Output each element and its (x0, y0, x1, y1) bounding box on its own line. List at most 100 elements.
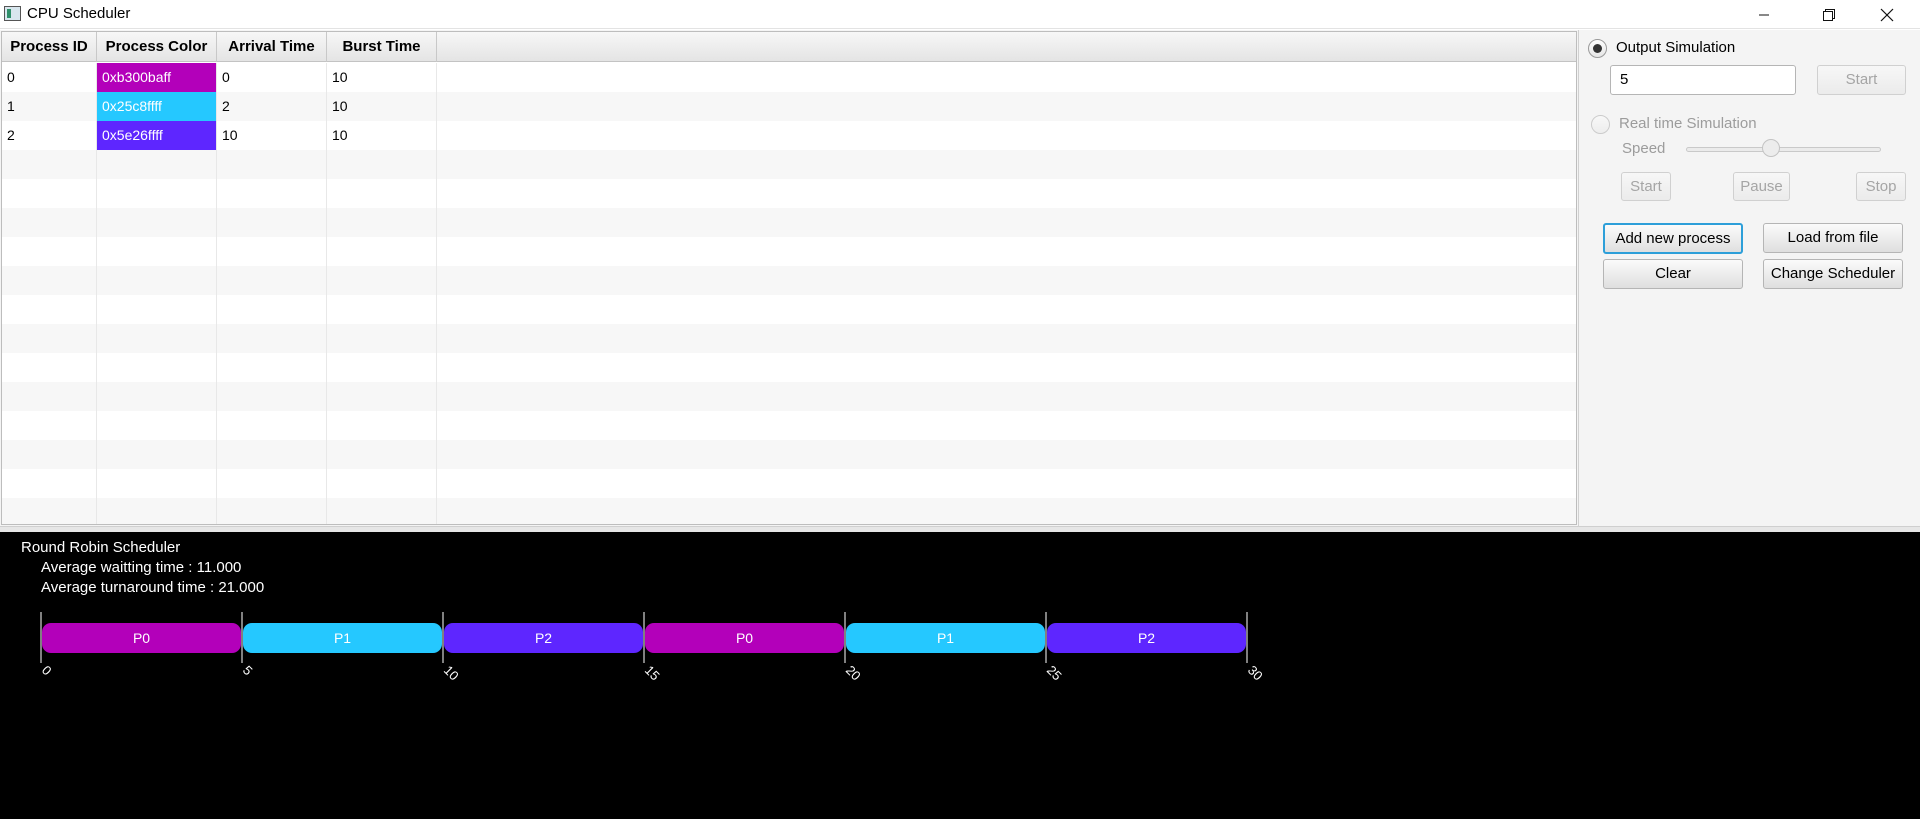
cell-burst-time[interactable] (327, 266, 437, 295)
speed-slider-thumb[interactable] (1762, 139, 1781, 157)
cell-process-color[interactable] (97, 266, 217, 295)
table-row[interactable] (2, 150, 1576, 179)
cell-filler[interactable] (437, 295, 1576, 324)
cell-filler[interactable] (437, 324, 1576, 353)
cell-process-color[interactable] (97, 295, 217, 324)
cell-process-id[interactable] (2, 440, 97, 469)
cell-filler[interactable] (437, 353, 1576, 382)
cell-filler[interactable] (437, 411, 1576, 440)
cell-process-color[interactable] (97, 208, 217, 237)
cell-burst-time[interactable] (327, 411, 437, 440)
cell-arrival-time[interactable]: 2 (217, 92, 327, 121)
table-row[interactable] (2, 208, 1576, 237)
table-row[interactable] (2, 440, 1576, 469)
simulation-quantum-input[interactable]: 5 (1610, 65, 1796, 95)
cell-process-id[interactable] (2, 353, 97, 382)
cell-burst-time[interactable] (327, 440, 437, 469)
cell-process-color[interactable] (97, 411, 217, 440)
cell-burst-time[interactable] (327, 324, 437, 353)
load-from-file-button[interactable]: Load from file (1763, 223, 1903, 253)
table-row[interactable] (2, 266, 1576, 295)
cell-process-id[interactable]: 1 (2, 92, 97, 121)
column-header-arrival-time[interactable]: Arrival Time (217, 32, 327, 62)
cell-arrival-time[interactable] (217, 179, 327, 208)
cell-burst-time[interactable] (327, 208, 437, 237)
cell-process-id[interactable] (2, 237, 97, 266)
cell-filler[interactable] (437, 440, 1576, 469)
cell-process-color[interactable] (97, 440, 217, 469)
cell-process-id[interactable] (2, 266, 97, 295)
cell-filler[interactable] (437, 63, 1576, 92)
column-header-process-color[interactable]: Process Color (97, 32, 217, 62)
table-row[interactable] (2, 411, 1576, 440)
cell-burst-time[interactable] (327, 179, 437, 208)
table-row[interactable] (2, 295, 1576, 324)
cell-process-id[interactable] (2, 411, 97, 440)
cell-arrival-time[interactable] (217, 353, 327, 382)
cell-process-id[interactable] (2, 150, 97, 179)
table-row[interactable] (2, 179, 1576, 208)
cell-filler[interactable] (437, 92, 1576, 121)
cell-process-id[interactable] (2, 382, 97, 411)
cell-arrival-time[interactable] (217, 440, 327, 469)
cell-arrival-time[interactable] (217, 411, 327, 440)
close-button[interactable] (1864, 0, 1910, 29)
cell-process-color[interactable]: 0xb300baff (97, 63, 217, 92)
table-row[interactable] (2, 237, 1576, 266)
cell-arrival-time[interactable] (217, 266, 327, 295)
output-simulation-radio[interactable] (1588, 39, 1607, 58)
realtime-simulation-radio[interactable] (1591, 115, 1610, 134)
cell-arrival-time[interactable]: 10 (217, 121, 327, 150)
table-row[interactable]: 1 0x25c8ffff 2 10 (2, 92, 1576, 121)
minimize-button[interactable] (1741, 0, 1787, 29)
cell-process-color[interactable] (97, 179, 217, 208)
cell-filler[interactable] (437, 266, 1576, 295)
cell-burst-time[interactable]: 10 (327, 63, 437, 92)
cell-arrival-time[interactable] (217, 295, 327, 324)
cell-process-id[interactable] (2, 469, 97, 498)
process-table[interactable]: Process ID Process Color Arrival Time Bu… (1, 31, 1577, 525)
cell-filler[interactable] (437, 237, 1576, 266)
table-row[interactable] (2, 498, 1576, 524)
realtime-pause-button[interactable]: Pause (1733, 172, 1790, 201)
cell-filler[interactable] (437, 121, 1576, 150)
cell-process-color[interactable] (97, 237, 217, 266)
realtime-stop-button[interactable]: Stop (1856, 172, 1906, 201)
cell-process-color[interactable] (97, 353, 217, 382)
table-row[interactable]: 2 0x5e26ffff 10 10 (2, 121, 1576, 150)
cell-process-id[interactable] (2, 295, 97, 324)
cell-process-id[interactable] (2, 179, 97, 208)
cell-process-id[interactable]: 2 (2, 121, 97, 150)
cell-burst-time[interactable] (327, 353, 437, 382)
cell-arrival-time[interactable]: 0 (217, 63, 327, 92)
cell-burst-time[interactable] (327, 237, 437, 266)
table-row[interactable] (2, 324, 1576, 353)
cell-process-color[interactable]: 0x5e26ffff (97, 121, 217, 150)
cell-arrival-time[interactable] (217, 324, 327, 353)
clear-button[interactable]: Clear (1603, 259, 1743, 289)
cell-process-color[interactable] (97, 324, 217, 353)
table-row[interactable] (2, 469, 1576, 498)
cell-arrival-time[interactable] (217, 208, 327, 237)
output-start-button[interactable]: Start (1817, 65, 1906, 95)
table-row[interactable] (2, 353, 1576, 382)
cell-filler[interactable] (437, 150, 1576, 179)
table-row[interactable]: 0 0xb300baff 0 10 (2, 63, 1576, 92)
cell-burst-time[interactable] (327, 150, 437, 179)
cell-burst-time[interactable] (327, 469, 437, 498)
cell-filler[interactable] (437, 382, 1576, 411)
cell-process-color[interactable] (97, 382, 217, 411)
add-new-process-button[interactable]: Add new process (1603, 223, 1743, 254)
cell-filler[interactable] (437, 498, 1576, 524)
cell-process-id[interactable] (2, 208, 97, 237)
cell-arrival-time[interactable] (217, 237, 327, 266)
cell-arrival-time[interactable] (217, 469, 327, 498)
cell-process-id[interactable]: 0 (2, 63, 97, 92)
change-scheduler-button[interactable]: Change Scheduler (1763, 259, 1903, 289)
cell-burst-time[interactable] (327, 382, 437, 411)
maximize-button[interactable] (1806, 0, 1852, 29)
table-row[interactable] (2, 382, 1576, 411)
column-header-burst-time[interactable]: Burst Time (327, 32, 437, 62)
cell-process-color[interactable]: 0x25c8ffff (97, 92, 217, 121)
cell-arrival-time[interactable] (217, 498, 327, 524)
